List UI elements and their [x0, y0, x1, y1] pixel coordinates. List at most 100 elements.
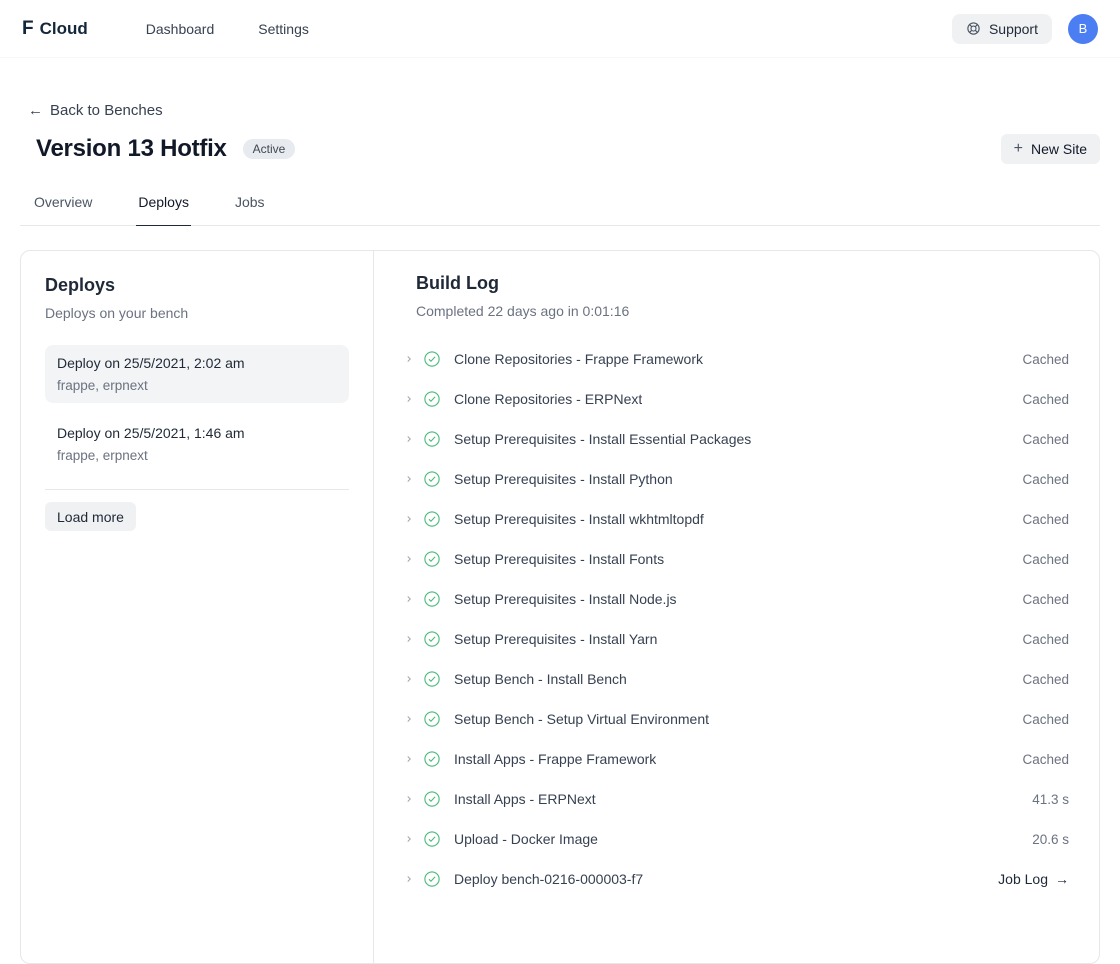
nav-settings[interactable]: Settings: [256, 15, 311, 43]
check-circle-icon: [423, 670, 441, 688]
deploy-list: Deploy on 25/5/2021, 2:02 am frappe, erp…: [45, 345, 349, 473]
build-step-label: Install Apps - Frappe Framework: [454, 751, 656, 767]
new-site-button-label: New Site: [1031, 141, 1087, 157]
app-logo[interactable]: F Cloud: [22, 19, 88, 39]
avatar[interactable]: B: [1068, 14, 1098, 44]
back-link[interactable]: ← Back to Benches: [28, 102, 163, 119]
build-step-row[interactable]: Install Apps - ERPNext 41.3 s: [404, 779, 1069, 819]
build-step-row[interactable]: Setup Prerequisites - Install wkhtmltopd…: [404, 499, 1069, 539]
chevron-right-icon: [404, 674, 416, 684]
chevron-right-icon: [404, 634, 416, 644]
primary-nav: Dashboard Settings: [144, 15, 311, 43]
build-step-label: Setup Bench - Setup Virtual Environment: [454, 711, 709, 727]
build-log-panel: Build Log Completed 22 days ago in 0:01:…: [374, 251, 1099, 963]
deploys-panel-subtitle: Deploys on your bench: [45, 305, 349, 321]
build-steps-list: Clone Repositories - Frappe Framework Ca…: [404, 339, 1069, 899]
build-step-label: Setup Prerequisites - Install Essential …: [454, 431, 751, 447]
check-circle-icon: [423, 430, 441, 448]
build-step-row[interactable]: Setup Prerequisites - Install Fonts Cach…: [404, 539, 1069, 579]
build-step-row[interactable]: Setup Prerequisites - Install Yarn Cache…: [404, 619, 1069, 659]
build-step-duration: 41.3 s: [1032, 792, 1069, 807]
deploy-item-title: Deploy on 25/5/2021, 1:46 am: [57, 425, 337, 441]
lifebuoy-icon: [966, 21, 981, 36]
tab-bar: Overview Deploys Jobs: [20, 192, 1100, 226]
deploys-panel: Deploys Deploys on your bench Deploy on …: [21, 251, 374, 963]
deploy-item[interactable]: Deploy on 25/5/2021, 2:02 am frappe, erp…: [45, 345, 349, 403]
build-step-label: Upload - Docker Image: [454, 831, 598, 847]
tab-deploys[interactable]: Deploys: [136, 192, 191, 226]
build-step-duration: 20.6 s: [1032, 832, 1069, 847]
build-step-label: Setup Prerequisites - Install Yarn: [454, 631, 657, 647]
chevron-right-icon: [404, 874, 416, 884]
tab-overview[interactable]: Overview: [32, 192, 94, 226]
build-step-row[interactable]: Setup Prerequisites - Install Node.js Ca…: [404, 579, 1069, 619]
support-button-label: Support: [989, 21, 1038, 37]
check-circle-icon: [423, 750, 441, 768]
job-log-link[interactable]: Job Log →: [998, 871, 1069, 887]
build-step-row[interactable]: Clone Repositories - ERPNext Cached: [404, 379, 1069, 419]
page-content: ← Back to Benches Version 13 Hotfix Acti…: [0, 58, 1120, 964]
status-badge: Active: [243, 139, 296, 159]
check-circle-icon: [423, 350, 441, 368]
build-log-subtitle: Completed 22 days ago in 0:01:16: [416, 303, 1069, 319]
support-button[interactable]: Support: [952, 14, 1052, 44]
build-step-row[interactable]: Upload - Docker Image 20.6 s: [404, 819, 1069, 859]
build-step-row[interactable]: Clone Repositories - Frappe Framework Ca…: [404, 339, 1069, 379]
build-step-status: Cached: [1022, 672, 1069, 687]
build-step-status: Cached: [1022, 552, 1069, 567]
chevron-right-icon: [404, 474, 416, 484]
new-site-button[interactable]: + New Site: [1001, 134, 1100, 164]
back-link-label: Back to Benches: [50, 102, 163, 119]
check-circle-icon: [423, 790, 441, 808]
build-step-label: Setup Prerequisites - Install Node.js: [454, 591, 677, 607]
deploy-item-apps: frappe, erpnext: [57, 448, 337, 463]
deploy-item-title: Deploy on 25/5/2021, 2:02 am: [57, 355, 337, 371]
build-step-status: Cached: [1022, 472, 1069, 487]
build-step-status: Cached: [1022, 392, 1069, 407]
build-step-row[interactable]: Install Apps - Frappe Framework Cached: [404, 739, 1069, 779]
check-circle-icon: [423, 510, 441, 528]
check-circle-icon: [423, 630, 441, 648]
page-title: Version 13 Hotfix: [36, 135, 227, 163]
deploys-card: Deploys Deploys on your bench Deploy on …: [20, 250, 1100, 964]
build-step-status: Cached: [1022, 432, 1069, 447]
build-step-row[interactable]: Setup Prerequisites - Install Essential …: [404, 419, 1069, 459]
chevron-right-icon: [404, 354, 416, 364]
divider: [45, 489, 349, 490]
build-step-row[interactable]: Setup Bench - Setup Virtual Environment …: [404, 699, 1069, 739]
chevron-right-icon: [404, 554, 416, 564]
check-circle-icon: [423, 390, 441, 408]
nav-dashboard[interactable]: Dashboard: [144, 15, 217, 43]
load-more-button[interactable]: Load more: [45, 502, 136, 531]
deploy-item[interactable]: Deploy on 25/5/2021, 1:46 am frappe, erp…: [45, 415, 349, 473]
build-step-label: Setup Prerequisites - Install Python: [454, 471, 673, 487]
chevron-right-icon: [404, 834, 416, 844]
chevron-right-icon: [404, 594, 416, 604]
check-circle-icon: [423, 710, 441, 728]
build-step-row[interactable]: Deploy bench-0216-000003-f7 Job Log →: [404, 859, 1069, 899]
build-step-label: Setup Prerequisites - Install Fonts: [454, 551, 664, 567]
app-logo-label: Cloud: [40, 19, 88, 39]
chevron-right-icon: [404, 434, 416, 444]
build-step-label: Deploy bench-0216-000003-f7: [454, 871, 643, 887]
build-log-title: Build Log: [416, 273, 1069, 294]
plus-icon: +: [1014, 141, 1023, 157]
chevron-right-icon: [404, 754, 416, 764]
build-step-row[interactable]: Setup Bench - Install Bench Cached: [404, 659, 1069, 699]
build-step-label: Setup Bench - Install Bench: [454, 671, 627, 687]
check-circle-icon: [423, 590, 441, 608]
check-circle-icon: [423, 550, 441, 568]
build-step-label: Clone Repositories - Frappe Framework: [454, 351, 703, 367]
build-step-row[interactable]: Setup Prerequisites - Install Python Cac…: [404, 459, 1069, 499]
build-step-label: Clone Repositories - ERPNext: [454, 391, 642, 407]
arrow-right-icon: →: [1055, 871, 1069, 887]
chevron-right-icon: [404, 794, 416, 804]
build-step-label: Setup Prerequisites - Install wkhtmltopd…: [454, 511, 704, 527]
build-step-status: Cached: [1022, 752, 1069, 767]
chevron-right-icon: [404, 394, 416, 404]
chevron-right-icon: [404, 514, 416, 524]
frappe-logo-icon: F: [22, 19, 34, 38]
deploys-panel-title: Deploys: [45, 275, 349, 296]
tab-jobs[interactable]: Jobs: [233, 192, 267, 226]
chevron-right-icon: [404, 714, 416, 724]
